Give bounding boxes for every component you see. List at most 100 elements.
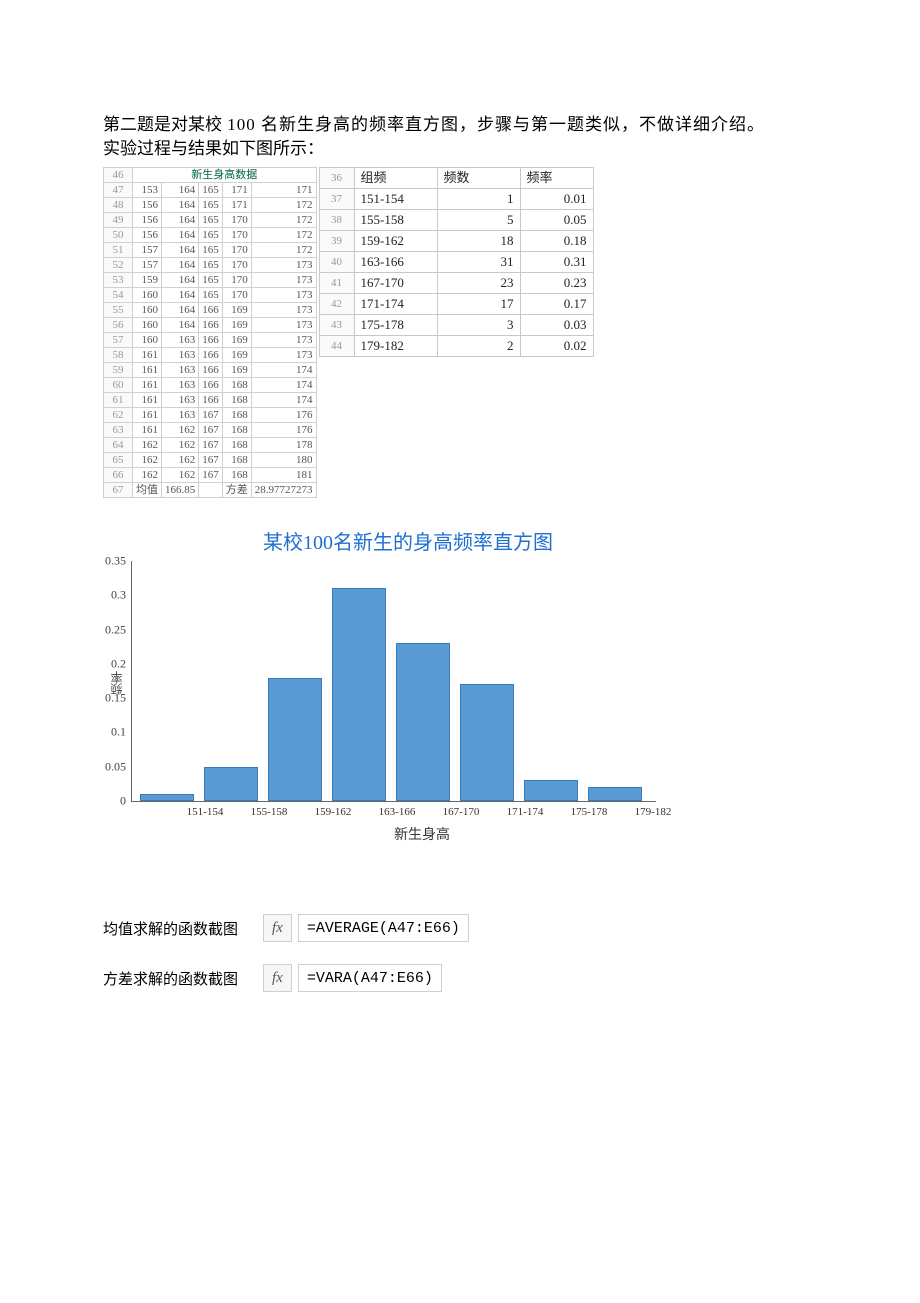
- data-cell: 161: [133, 408, 162, 423]
- rownum: 57: [104, 333, 133, 348]
- x-category: 155-158: [237, 802, 301, 818]
- chart-title: 某校100名新生的身高频率直方图: [108, 526, 708, 555]
- data-cell: 180: [251, 453, 316, 468]
- rownum: 46: [104, 168, 133, 183]
- count-cell: 23: [437, 273, 520, 294]
- data-cell: 165: [199, 288, 223, 303]
- y-tick: 0.2: [84, 656, 126, 671]
- data-cell: 173: [251, 288, 316, 303]
- data-cell: 161: [133, 378, 162, 393]
- count-cell: 2: [437, 336, 520, 357]
- data-cell: 163: [162, 333, 199, 348]
- x-category: 167-170: [429, 802, 493, 818]
- bar: [524, 780, 578, 801]
- data-cell: 162: [133, 438, 162, 453]
- rownum: 63: [104, 423, 133, 438]
- sheet1-header: 新生身高数据: [133, 168, 317, 183]
- bar: [204, 767, 258, 801]
- data-cell: 162: [133, 453, 162, 468]
- histogram-chart: 某校100名新生的身高频率直方图 频率 00.050.10.150.20.250…: [108, 526, 708, 844]
- rownum: 44: [319, 336, 354, 357]
- data-cell: 170: [222, 213, 251, 228]
- data-cell: 161: [133, 423, 162, 438]
- data-cell: 173: [251, 273, 316, 288]
- data-cell: 163: [162, 378, 199, 393]
- data-cell: 168: [222, 408, 251, 423]
- rownum: 37: [319, 189, 354, 210]
- data-cell: 168: [222, 378, 251, 393]
- count-cell: 31: [437, 252, 520, 273]
- data-cell: 176: [251, 423, 316, 438]
- data-cell: 164: [162, 273, 199, 288]
- data-cell: 167: [199, 408, 223, 423]
- rownum: 50: [104, 228, 133, 243]
- count-cell: 5: [437, 210, 520, 231]
- y-tick: 0.05: [84, 759, 126, 774]
- data-cell: 165: [199, 228, 223, 243]
- data-cell: 165: [199, 258, 223, 273]
- data-cell: 165: [199, 273, 223, 288]
- data-cell: 164: [162, 228, 199, 243]
- freq-cell: 0.31: [520, 252, 593, 273]
- rownum: 47: [104, 183, 133, 198]
- data-cell: 165: [199, 198, 223, 213]
- rownum: 67: [104, 483, 133, 498]
- bin-cell: 163-166: [354, 252, 437, 273]
- data-cell: 181: [251, 468, 316, 483]
- count-cell: 3: [437, 315, 520, 336]
- rownum: 41: [319, 273, 354, 294]
- data-cell: 163: [162, 348, 199, 363]
- data-cell: 165: [199, 243, 223, 258]
- intro-line1a: 第二题是对某校: [103, 115, 222, 134]
- data-cell: 160: [133, 303, 162, 318]
- formula-section: 均值求解的函数截图 fx =AVERAGE(A47:E66) 方差求解的函数截图…: [103, 914, 920, 992]
- freq-cell: 0.01: [520, 189, 593, 210]
- data-cell: 161: [133, 348, 162, 363]
- data-cell: 168: [222, 393, 251, 408]
- freq-cell: 0.05: [520, 210, 593, 231]
- data-cell: 167: [199, 423, 223, 438]
- freq-cell: 0.02: [520, 336, 593, 357]
- data-cell: 160: [133, 333, 162, 348]
- bin-cell: 175-178: [354, 315, 437, 336]
- rownum: 38: [319, 210, 354, 231]
- data-cell: 164: [162, 303, 199, 318]
- rownum: 36: [319, 168, 354, 189]
- data-cell: 169: [222, 348, 251, 363]
- data-cell: 164: [162, 318, 199, 333]
- y-tick: 0.35: [84, 554, 126, 569]
- rownum: 42: [319, 294, 354, 315]
- fx-icon: fx: [263, 964, 292, 992]
- rownum: 64: [104, 438, 133, 453]
- mean-label-cell: 均值: [133, 483, 162, 498]
- bar: [396, 643, 450, 801]
- intro-paragraph: 第二题是对某校 100 名新生身高的频率直方图，步骤与第一题类似，不做详细介绍。…: [103, 113, 860, 161]
- intro-line2: 实验过程与结果如下图所示：: [103, 139, 324, 158]
- rownum: 58: [104, 348, 133, 363]
- rownum: 60: [104, 378, 133, 393]
- bar: [332, 588, 386, 801]
- bin-cell: 171-174: [354, 294, 437, 315]
- data-cell: 153: [133, 183, 162, 198]
- data-cell: 168: [222, 423, 251, 438]
- y-tick: 0.3: [84, 588, 126, 603]
- x-category: 175-178: [557, 802, 621, 818]
- data-cell: 165: [199, 213, 223, 228]
- count-cell: 17: [437, 294, 520, 315]
- freq-cell: 0.03: [520, 315, 593, 336]
- mean-formula-row: 均值求解的函数截图 fx =AVERAGE(A47:E66): [103, 914, 920, 942]
- data-cell: 156: [133, 198, 162, 213]
- data-cell: 163: [162, 363, 199, 378]
- count-cell: 频数: [437, 168, 520, 189]
- bin-cell: 组频: [354, 168, 437, 189]
- var-formula-value: =VARA(A47:E66): [298, 964, 442, 992]
- mean-formula-label: 均值求解的函数截图: [103, 918, 263, 939]
- data-cell: 163: [162, 393, 199, 408]
- data-cell: 162: [162, 453, 199, 468]
- data-cell: 173: [251, 333, 316, 348]
- data-cell: 172: [251, 228, 316, 243]
- var-formula-label: 方差求解的函数截图: [103, 968, 263, 989]
- freq-cell: 0.18: [520, 231, 593, 252]
- fx-icon: fx: [263, 914, 292, 942]
- mean-value-cell: 166.85: [162, 483, 199, 498]
